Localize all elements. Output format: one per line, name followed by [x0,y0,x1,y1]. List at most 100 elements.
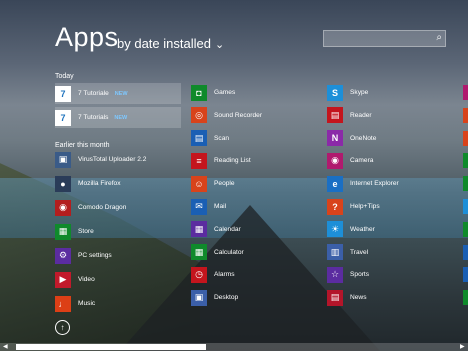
app-tile-people[interactable]: ☺ People [191,175,235,192]
weather-icon: ☀ [327,221,343,238]
partial-app-tile[interactable] [463,221,468,237]
app-tile-pc-settings[interactable]: ⚙ PC settings [55,247,112,264]
app-label: People [214,180,235,188]
app-tile-weather[interactable]: ☀ Weather [327,221,375,238]
apps-view: Apps by date installed ⌄ ⌕ Today Earlier … [0,0,468,351]
app-tile-mozilla-firefox[interactable]: ● Mozilla Firefox [55,175,121,192]
new-badge: NEW [114,114,128,121]
7-tutoriale-icon: 7 [55,85,71,102]
sound-recorder-icon: ◎ [191,107,207,124]
app-label: Reader [350,111,372,119]
partial-app-tile[interactable] [463,130,468,146]
app-tile-skype[interactable]: S Skype [327,84,368,101]
app-label: Desktop [214,294,239,302]
app-tile-sound-recorder[interactable]: ◎ Sound Recorder [191,107,262,124]
app-tile-video[interactable]: ▶ Video [55,271,95,288]
app-label: OneNote [350,134,377,142]
partial-app-tile[interactable] [463,199,468,214]
video-icon: ▶ [55,271,71,288]
partial-app-tile[interactable] [463,176,468,192]
app-label: Mail [214,203,227,210]
page-title: Apps [55,22,119,52]
scroll-left-icon[interactable]: ◀ [3,343,8,350]
mail-icon: ✉ [191,198,207,215]
store-icon: ▦ [55,223,71,240]
partial-app-tile[interactable] [463,290,468,306]
alarms-icon: ◷ [191,266,207,283]
camera-icon: ◉ [327,152,343,169]
search-input[interactable]: ⌕ [323,30,446,47]
app-label: Music [78,300,96,307]
sort-dropdown[interactable]: by date installed ⌄ [117,36,224,51]
app-tile-7-tutoriale[interactable]: 7 7 Tutoriale NEW [55,83,181,104]
app-label: Calendar [214,225,241,233]
app-label: Games [214,89,236,96]
horizontal-scrollbar[interactable]: ◀ ▶ [0,343,468,351]
help-tips-icon: ? [327,198,343,215]
app-label: VirusTotal Uploader 2.2 [78,156,147,163]
onenote-icon: N [327,130,343,147]
app-tile-camera[interactable]: ◉ Camera [327,152,373,169]
app-label: 7 Tutoriale [78,90,109,97]
app-tile-sports[interactable]: ☆ Sports [327,266,369,283]
internet-explorer-icon: e [327,175,343,192]
app-label: Reading List [214,157,251,165]
app-label: Weather [350,225,375,233]
app-tile-games[interactable]: ◘ Games [191,84,235,101]
calendar-icon: ▦ [191,221,207,238]
up-arrow-button[interactable]: ↑ [55,320,70,335]
app-label: Comodo Dragon [78,204,127,211]
app-tile-onenote[interactable]: N OneNote [327,130,376,147]
app-label: Skype [350,89,369,96]
app-tile-store[interactable]: ▦ Store [55,223,94,240]
app-tile-travel[interactable]: ▥ Travel [327,244,368,261]
app-label: Store [78,228,94,235]
app-label: Video [78,276,95,283]
app-label: News [350,294,367,302]
app-tile-desktop[interactable]: ▣ Desktop [191,289,238,306]
app-label: Sound Recorder [214,111,263,119]
partial-app-tile[interactable] [463,267,468,283]
app-tile-calendar[interactable]: ▦ Calendar [191,221,241,238]
app-label: Sports [350,271,370,279]
scrollbar-thumb[interactable] [16,344,206,350]
app-tile-reader[interactable]: ▤ Reader [327,107,372,124]
app-tile-mail[interactable]: ✉ Mail [191,198,226,215]
comodo-dragon-icon: ◉ [55,199,71,216]
partial-app-tile[interactable] [463,107,468,123]
app-tile-internet-explorer[interactable]: e Internet Explorer [327,175,399,192]
app-label: Scan [214,134,230,142]
section-earlier-this-month: Earlier this month [55,142,110,149]
new-badge: NEW [114,90,128,97]
section-today: Today [55,73,74,80]
app-tile-alarms[interactable]: ◷ Alarms [191,266,235,283]
sort-label: by date installed [117,36,211,51]
app-tile-music[interactable]: ♩ Music [55,295,95,312]
skype-icon: S [327,84,343,101]
app-label: Mozilla Firefox [78,180,121,187]
pc-settings-icon: ⚙ [55,247,71,264]
reader-icon: ▤ [327,107,343,124]
chevron-down-icon: ⌄ [214,39,225,51]
scroll-right-icon[interactable]: ▶ [460,343,465,350]
reading-list-icon: ≡ [191,152,207,169]
app-tile-scan[interactable]: ▤ Scan [191,130,229,147]
app-tile-reading-list[interactable]: ≡ Reading List [191,152,251,169]
up-arrow-icon: ↑ [60,323,65,332]
app-tile-news[interactable]: ▤ News [327,289,367,306]
app-tile-7-tutorials[interactable]: 7 7 Tutorials NEW [55,107,181,128]
games-icon: ◘ [191,84,207,101]
partial-app-tile[interactable] [463,244,468,260]
app-label: Alarms [214,271,235,279]
app-label: Internet Explorer [350,180,399,188]
partial-app-tile[interactable] [463,85,468,100]
desktop-icon: ▣ [191,289,207,306]
app-tile-comodo-dragon[interactable]: ◉ Comodo Dragon [55,199,126,216]
app-tile-calculator[interactable]: ▦ Calculator [191,244,244,261]
app-label: Calculator [214,248,244,256]
search-icon[interactable]: ⌕ [436,32,442,43]
7-tutorials-icon: 7 [55,109,71,126]
app-tile-help-tips[interactable]: ? Help+Tips [327,198,380,215]
partial-app-tile[interactable] [463,153,468,169]
app-tile-virustotal-uploader-2-2[interactable]: ▣ VirusTotal Uploader 2.2 [55,151,146,168]
